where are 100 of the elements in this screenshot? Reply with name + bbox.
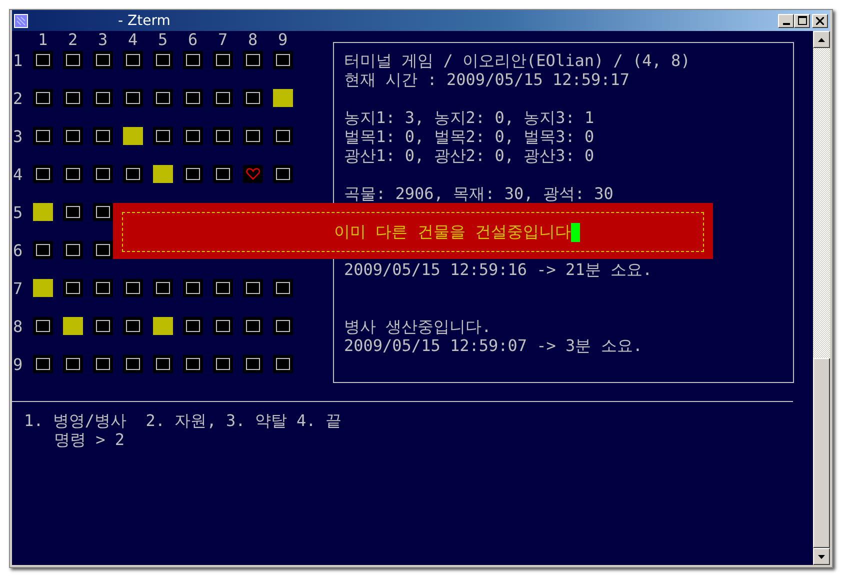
column-label: 1 xyxy=(37,31,49,49)
empty-tile xyxy=(33,127,53,145)
empty-tile xyxy=(183,89,203,107)
empty-tile xyxy=(213,355,233,373)
filled-tile xyxy=(153,165,173,183)
filled-tile xyxy=(33,279,53,297)
command-prompt: 명령 > 2 xyxy=(53,430,126,449)
minimize-button[interactable] xyxy=(778,14,794,28)
column-label: 8 xyxy=(247,31,259,49)
empty-tile xyxy=(93,89,113,107)
heart-icon xyxy=(243,165,263,183)
empty-tile xyxy=(183,165,203,183)
empty-tile xyxy=(93,51,113,69)
empty-tile xyxy=(63,241,83,259)
row-label: 1 xyxy=(13,51,24,71)
empty-tile xyxy=(123,355,143,373)
filled-tile xyxy=(273,89,293,107)
empty-tile xyxy=(93,355,113,373)
empty-tile xyxy=(33,89,53,107)
empty-tile xyxy=(63,51,83,69)
close-icon xyxy=(816,16,824,24)
empty-tile xyxy=(183,317,203,335)
empty-tile xyxy=(213,127,233,145)
empty-tile xyxy=(63,355,83,373)
empty-tile xyxy=(183,51,203,69)
empty-tile xyxy=(273,51,293,69)
maximize-icon xyxy=(798,16,806,25)
column-label: 6 xyxy=(187,31,199,49)
filled-tile xyxy=(63,317,83,335)
window-title: - Zterm xyxy=(118,12,170,28)
empty-tile xyxy=(273,165,293,183)
empty-tile xyxy=(213,89,233,107)
info-line: 광산1: 0, 광산2: 0, 광산3: 0 xyxy=(344,146,596,165)
empty-tile xyxy=(93,203,113,221)
empty-tile xyxy=(243,89,263,107)
empty-tile xyxy=(123,279,143,297)
empty-tile xyxy=(243,51,263,69)
empty-tile xyxy=(123,317,143,335)
empty-tile xyxy=(153,51,173,69)
column-label: 4 xyxy=(127,31,139,49)
empty-tile xyxy=(243,279,263,297)
info-line: 곡물: 2906, 목재: 30, 광석: 30 xyxy=(344,184,614,203)
empty-tile xyxy=(243,317,263,335)
down-arrow-icon xyxy=(818,554,825,558)
empty-tile xyxy=(93,279,113,297)
empty-tile xyxy=(213,51,233,69)
row-label: 7 xyxy=(13,279,24,299)
empty-tile xyxy=(33,241,53,259)
empty-tile xyxy=(63,127,83,145)
empty-tile xyxy=(63,279,83,297)
alert-message: 이미 다른 건물을 건설중입니다 xyxy=(334,222,571,242)
info-line: 벌목1: 0, 벌목2: 0, 벌목3: 0 xyxy=(344,127,596,146)
up-arrow-icon xyxy=(818,38,825,42)
info-line: 병사 생산중입니다. xyxy=(344,317,492,336)
empty-tile xyxy=(213,165,233,183)
empty-tile xyxy=(183,355,203,373)
empty-tile xyxy=(123,51,143,69)
empty-tile xyxy=(273,127,293,145)
empty-tile xyxy=(33,51,53,69)
empty-tile xyxy=(183,127,203,145)
empty-tile xyxy=(33,317,53,335)
scroll-up-button[interactable] xyxy=(813,31,830,48)
empty-tile xyxy=(153,127,173,145)
scrollbar[interactable] xyxy=(813,31,830,565)
empty-tile xyxy=(243,355,263,373)
empty-tile xyxy=(153,279,173,297)
row-label: 2 xyxy=(13,89,24,109)
column-label: 5 xyxy=(157,31,169,49)
row-label: 3 xyxy=(13,127,24,147)
filled-tile xyxy=(33,203,53,221)
scroll-down-button[interactable] xyxy=(813,548,830,565)
scroll-thumb[interactable] xyxy=(813,358,830,548)
row-label: 6 xyxy=(13,241,24,261)
empty-tile xyxy=(33,165,53,183)
empty-tile xyxy=(123,89,143,107)
info-line: 2009/05/15 12:59:07 -> 3분 소요. xyxy=(344,336,644,355)
empty-tile xyxy=(63,89,83,107)
column-label: 9 xyxy=(277,31,289,49)
row-label: 8 xyxy=(13,317,24,337)
row-label: 4 xyxy=(13,165,24,185)
empty-tile xyxy=(243,127,263,145)
filled-tile xyxy=(123,127,143,145)
empty-tile xyxy=(213,279,233,297)
empty-tile xyxy=(93,241,113,259)
row-label: 5 xyxy=(13,203,24,223)
text-cursor xyxy=(571,222,580,242)
column-label: 2 xyxy=(67,31,79,49)
column-label: 3 xyxy=(97,31,109,49)
info-line: 터미널 게임 / 이오리안(EOlian) / (4, 8) xyxy=(344,51,692,70)
empty-tile xyxy=(93,165,113,183)
close-button[interactable] xyxy=(812,14,828,28)
empty-tile xyxy=(213,317,233,335)
minimize-icon xyxy=(782,22,790,24)
maximize-button[interactable] xyxy=(794,14,810,28)
app-icon xyxy=(14,14,28,28)
empty-tile xyxy=(33,355,53,373)
empty-tile xyxy=(93,317,113,335)
empty-tile xyxy=(123,165,143,183)
info-line: 2009/05/15 12:59:16 -> 21분 소요. xyxy=(344,260,654,279)
empty-tile xyxy=(273,317,293,335)
